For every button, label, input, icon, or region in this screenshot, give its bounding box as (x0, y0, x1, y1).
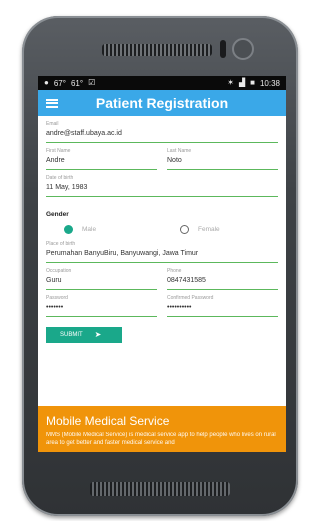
occupation-field[interactable]: Occupation Guru (46, 263, 157, 290)
password-label: Password (46, 295, 68, 301)
arrow-right-icon: ➤ (94, 330, 102, 339)
gender-title: Gender (46, 211, 69, 218)
signal-icon: ▟ (238, 78, 246, 87)
confirm-password-label: Confirmed Password (167, 295, 214, 301)
battery-icon: ■ (250, 78, 255, 87)
banner-title: Mobile Medical Service (46, 414, 170, 428)
gender-female-radio[interactable]: Female (180, 224, 220, 234)
whatsapp-icon: ● (44, 78, 49, 87)
phone-label: Phone (167, 268, 182, 274)
submit-button[interactable]: SUBMIT ➤ (46, 327, 122, 343)
proximity-sensor (220, 40, 226, 58)
registration-form: Email andre@staff.ubaya.ac.id First Name… (38, 116, 286, 343)
status-temp-1: 67° (53, 78, 66, 88)
dob-underline (46, 196, 278, 197)
front-camera (232, 38, 254, 60)
status-temp-2: 61° (70, 78, 84, 88)
info-banner: Mobile Medical Service MMS (Mobile Medic… (38, 406, 286, 452)
bluetooth-icon: ✶ (227, 78, 234, 87)
earpiece-speaker (102, 44, 212, 56)
place-of-birth-field[interactable]: Place of birth Perumahan BanyuBiru, Bany… (46, 236, 278, 263)
email-label: Email (46, 121, 59, 127)
phone-field[interactable]: Phone 0847431585 (167, 263, 278, 290)
confirm-password-field[interactable]: Confirmed Password •••••••••• (167, 290, 278, 317)
password-value: ••••••• (46, 304, 64, 311)
banner-description: MMS (Mobile Medical Service) is medical … (46, 432, 276, 446)
gender-male-label: Male (82, 225, 97, 233)
status-bar: ● 67° 61° ☑ ✶ ▟ ■ 10:38 (38, 76, 286, 90)
radio-checked-icon (64, 224, 73, 234)
gender-male-radio[interactable]: Male (64, 224, 180, 234)
email-value: andre@staff.ubaya.ac.id (46, 130, 122, 137)
email-field[interactable]: Email andre@staff.ubaya.ac.id (46, 116, 278, 143)
confirm-password-underline (167, 316, 278, 317)
phone-value: 0847431585 (167, 277, 206, 284)
last-name-field[interactable]: Last Name Noto (167, 143, 278, 170)
place-of-birth-value: Perumahan BanyuBiru, Banyuwangi, Jawa Ti… (46, 250, 199, 257)
place-of-birth-label: Place of birth (46, 241, 76, 247)
bottom-speaker (90, 482, 230, 496)
dob-label: Date of birth (46, 175, 74, 181)
phone-screen: ● 67° 61° ☑ ✶ ▟ ■ 10:38 Patient Registra… (38, 76, 286, 452)
page-title: Patient Registration (95, 95, 229, 111)
gender-female-label: Female (198, 225, 220, 233)
app-bar: Patient Registration (38, 90, 286, 116)
first-name-value: Andre (46, 157, 65, 164)
last-name-label: Last Name (167, 148, 192, 154)
first-name-field[interactable]: First Name Andre (46, 143, 157, 170)
gender-radio-group: Male Female (46, 222, 278, 236)
hamburger-menu-icon[interactable] (46, 98, 58, 108)
password-field[interactable]: Password ••••••• (46, 290, 157, 317)
checkbox-icon: ☑ (88, 78, 96, 87)
radio-unchecked-icon (180, 224, 189, 234)
password-underline (46, 316, 157, 317)
submit-label: SUBMIT (60, 332, 83, 338)
last-name-value: Noto (167, 157, 182, 164)
dob-field[interactable]: Date of birth 11 May, 1983 (46, 170, 278, 197)
confirm-password-value: •••••••••• (167, 304, 192, 311)
occupation-value: Guru (46, 277, 62, 284)
status-time: 10:38 (259, 78, 280, 88)
occupation-label: Occupation (46, 268, 72, 274)
first-name-label: First Name (46, 148, 71, 154)
dob-value: 11 May, 1983 (46, 184, 88, 191)
